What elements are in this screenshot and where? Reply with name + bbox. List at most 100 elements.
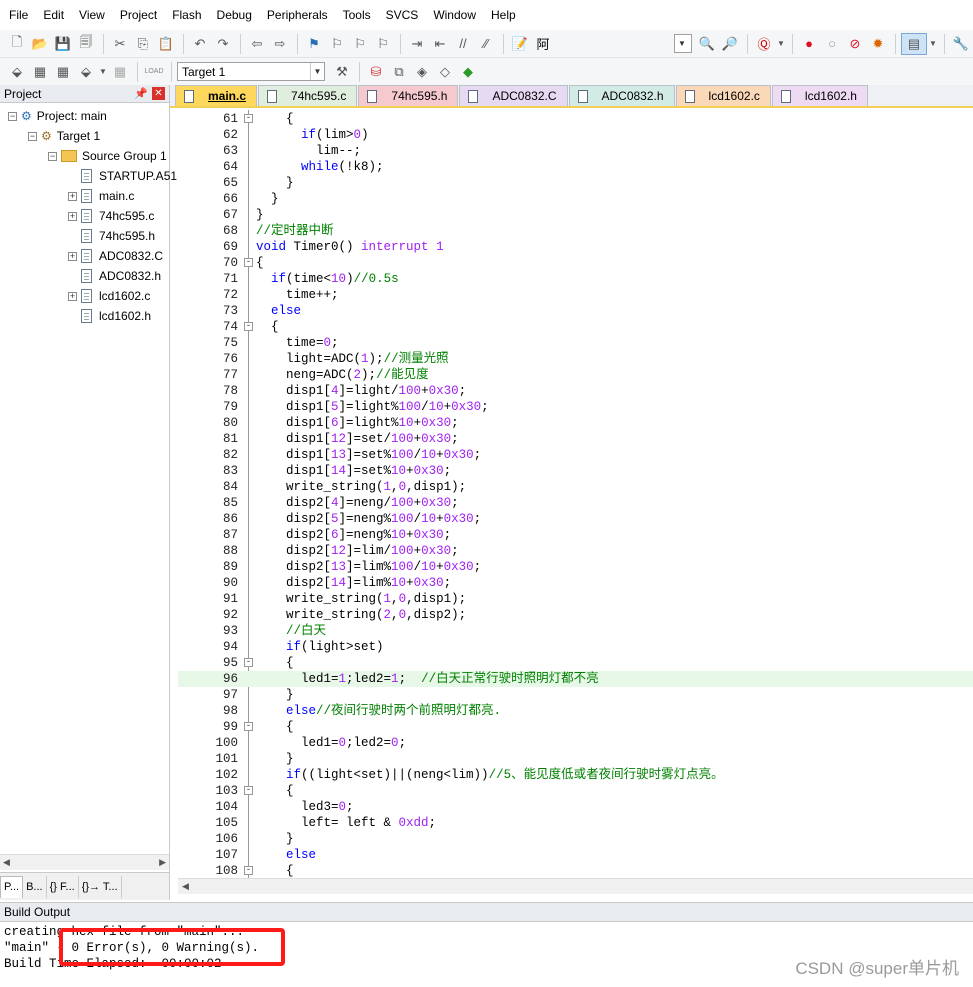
load-icon[interactable]: LOAD — [143, 61, 165, 83]
code-line[interactable]: 80 disp1[6]=light%10+0x30; — [178, 415, 973, 431]
code-line[interactable]: 89 disp2[13]=lim%100/10+0x30; — [178, 559, 973, 575]
code-line[interactable]: 94 if(light>set) — [178, 639, 973, 655]
code-line[interactable]: 101 } — [178, 751, 973, 767]
target-options-icon[interactable]: ⚒ — [331, 61, 353, 83]
code-line[interactable]: 79 disp1[5]=light%100/10+0x30; — [178, 399, 973, 415]
prev-bookmark-icon[interactable]: ⚐ — [326, 33, 348, 55]
fold-toggle-icon[interactable]: - — [244, 722, 253, 731]
scroll-left-icon[interactable]: ◀ — [3, 857, 10, 868]
save-icon[interactable]: 💾 — [52, 33, 74, 55]
code-line[interactable]: 69 void Timer0() interrupt 1 — [178, 239, 973, 255]
fold-toggle-icon[interactable]: - — [244, 658, 253, 667]
fold-toggle-icon[interactable]: - — [244, 866, 253, 875]
menu-view[interactable]: View — [72, 0, 113, 30]
copy-icon[interactable]: ⎘ — [132, 33, 154, 55]
rebuild-icon[interactable]: ▦ — [52, 61, 74, 83]
collapse-icon[interactable]: − — [28, 131, 37, 141]
fold-toggle-icon[interactable]: - — [244, 114, 253, 123]
code-line[interactable]: 104 led3=0; — [178, 799, 973, 815]
menu-file[interactable]: File — [2, 0, 36, 30]
scroll-left-icon[interactable]: ◀ — [182, 881, 189, 892]
code-line[interactable]: 102 if((light<set)||(neng<lim))//5、能见度低或… — [178, 767, 973, 783]
project-tab[interactable]: P... — [0, 875, 24, 898]
code-line[interactable]: 74- { — [178, 319, 973, 335]
menu-edit[interactable]: Edit — [36, 0, 72, 30]
code-line[interactable]: 87 disp2[6]=neng%10+0x30; — [178, 527, 973, 543]
code-line[interactable]: 65 } — [178, 175, 973, 191]
clear-bookmarks-icon[interactable]: ⚐ — [372, 33, 394, 55]
code-line[interactable]: 76 light=ADC(1);//测量光照 — [178, 351, 973, 367]
find-icon[interactable]: 🔍 — [696, 33, 718, 55]
code-line[interactable]: 106 } — [178, 831, 973, 847]
code-line[interactable]: 86 disp2[5]=neng%100/10+0x30; — [178, 511, 973, 527]
run-time-env-icon[interactable]: ◆ — [457, 61, 479, 83]
code-line[interactable]: 100 led1=0;led2=0; — [178, 735, 973, 751]
code-line[interactable]: 88 disp2[12]=lim/100+0x30; — [178, 543, 973, 559]
kill-breakpoints-icon[interactable]: ⊘ — [844, 33, 866, 55]
code-line[interactable]: 85 disp2[4]=neng/100+0x30; — [178, 495, 973, 511]
code-line[interactable]: 99- { — [178, 719, 973, 735]
editor-horizontal-scrollbar[interactable]: ◀ — [178, 878, 973, 894]
code-line[interactable]: 63 lim--; — [178, 143, 973, 159]
menu-help[interactable]: Help — [484, 0, 524, 30]
comment-icon[interactable]: // — [452, 33, 474, 55]
tree-target[interactable]: − ⚙ Target 1 — [28, 126, 100, 146]
project-tab[interactable]: {}→ T... — [79, 875, 122, 898]
open-file-icon[interactable]: 📂 — [29, 33, 51, 55]
editor-tab[interactable]: lcd1602.h — [771, 85, 868, 106]
scroll-right-icon[interactable]: ▶ — [159, 857, 166, 868]
tree-file[interactable]: + lcd1602.c — [68, 286, 150, 306]
collapse-icon[interactable]: − — [8, 111, 17, 121]
fold-toggle-icon[interactable]: - — [244, 258, 253, 267]
code-line[interactable]: 64 while(!k8); — [178, 159, 973, 175]
fold-toggle-icon[interactable]: - — [244, 786, 253, 795]
close-icon[interactable]: ✕ — [152, 87, 165, 100]
menu-peripherals[interactable]: Peripherals — [260, 0, 336, 30]
target-select[interactable]: Target 1 ▼ — [177, 62, 325, 81]
build-icon[interactable]: ▦ — [29, 61, 51, 83]
editor-tab[interactable]: 74hc595.c — [258, 85, 358, 106]
code-line[interactable]: 62 if(lim>0) — [178, 127, 973, 143]
batch-build-icon[interactable]: ⬙ — [75, 61, 97, 83]
code-editor[interactable]: 61- {62 if(lim>0) 63 lim--; 64 while(!k8);… — [178, 110, 973, 878]
menu-svcs[interactable]: SVCS — [379, 0, 427, 30]
code-line[interactable]: 107 else — [178, 847, 973, 863]
window-layout-icon[interactable]: ▤ — [901, 32, 927, 55]
tree-file[interactable]: +74hc595.c — [68, 206, 154, 226]
undo-icon[interactable]: ↶ — [189, 33, 211, 55]
editor-tab[interactable]: ADC0832.h — [568, 85, 675, 106]
project-scrollbar[interactable]: ◀ ▶ — [0, 854, 169, 870]
bookmark-icon[interactable]: ⚑ — [303, 33, 325, 55]
code-line[interactable]: 81 disp1[12]=set/100+0x30; — [178, 431, 973, 447]
paste-icon[interactable]: 📋 — [155, 33, 177, 55]
pack-installer-icon[interactable]: ◇ — [434, 61, 456, 83]
tree-file[interactable]: lcd1602.h — [68, 306, 151, 326]
translate-icon[interactable]: ⬙ — [6, 61, 28, 83]
save-all-icon[interactable]: 🗐 — [75, 33, 97, 55]
code-line[interactable]: 105 left= left & 0xdd; — [178, 815, 973, 831]
find-text[interactable]: 阿 — [532, 33, 554, 55]
code-line[interactable]: 78 disp1[4]=light/100+0x30; — [178, 383, 973, 399]
breakpoint-icon[interactable]: ● — [798, 33, 820, 55]
editor-tab[interactable]: main.c — [175, 85, 258, 106]
configure-icon[interactable]: 🔧 — [950, 33, 972, 55]
code-line[interactable]: 67} — [178, 207, 973, 223]
tree-file[interactable]: + ADC0832.C — [68, 246, 163, 266]
debug-session-icon[interactable]: Ⓠ — [753, 33, 775, 55]
tree-file[interactable]: 74hc595.h — [68, 226, 155, 246]
code-line[interactable]: 84 write_string(1,0,disp1); — [178, 479, 973, 495]
new-file-icon[interactable]: 🗋 — [6, 33, 28, 55]
tree-file[interactable]: + main.c — [68, 186, 134, 206]
code-line[interactable]: 83 disp1[14]=set%10+0x30; — [178, 463, 973, 479]
disable-all-breakpoints-icon[interactable]: ✹ — [867, 33, 889, 55]
code-line[interactable]: 68 //定时器中断 — [178, 223, 973, 239]
manage-rte-icon[interactable]: ◈ — [411, 61, 433, 83]
code-line[interactable]: 82 disp1[13]=set%100/10+0x30; — [178, 447, 973, 463]
menu-flash[interactable]: Flash — [165, 0, 209, 30]
batch-dropdown-icon[interactable]: ▼ — [98, 61, 108, 83]
code-line[interactable]: 95- { — [178, 655, 973, 671]
expand-icon[interactable]: + — [68, 191, 77, 201]
code-line[interactable]: 93 //白天 — [178, 623, 973, 639]
find-combo[interactable]: ▼ — [674, 34, 692, 53]
code-line[interactable]: 98 else//夜间行驶时两个前照明灯都亮. — [178, 703, 973, 719]
